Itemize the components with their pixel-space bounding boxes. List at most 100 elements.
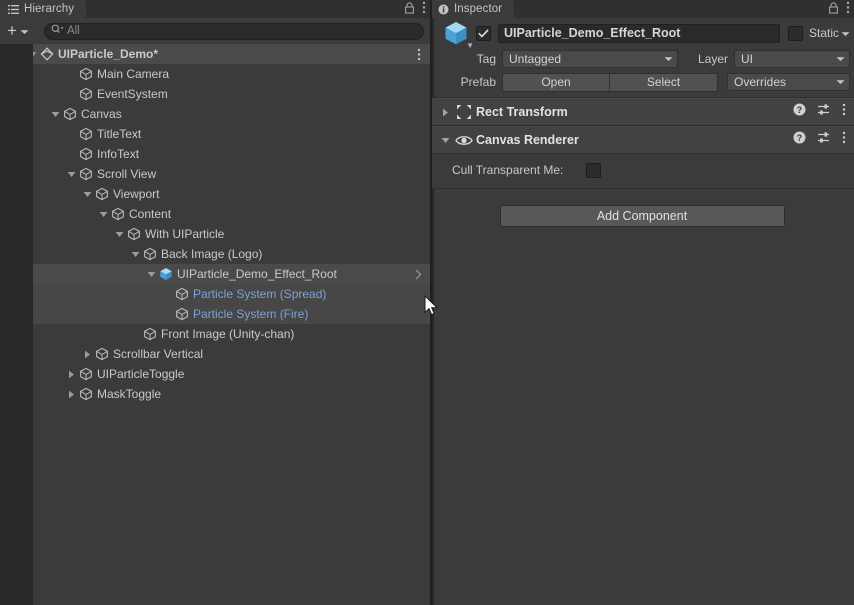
- hierarchy-row[interactable]: TitleText: [0, 124, 430, 144]
- hierarchy-row-label: Scroll View: [97, 167, 157, 181]
- foldout-expanded-icon[interactable]: [81, 191, 94, 198]
- prefab-cube-icon[interactable]: ▼: [436, 20, 476, 50]
- hierarchy-row[interactable]: Viewport: [0, 184, 430, 204]
- hierarchy-row[interactable]: MaskToggle: [0, 384, 430, 404]
- foldout-collapsed-icon[interactable]: [65, 370, 78, 379]
- foldout-expanded-icon[interactable]: [113, 231, 126, 238]
- add-component-area: Add Component: [430, 189, 854, 227]
- prefab-overrides-dropdown[interactable]: Overrides: [727, 73, 850, 91]
- component-actions-rect-transform: ?: [793, 99, 846, 125]
- hierarchy-row[interactable]: With UIParticle: [0, 224, 430, 244]
- kebab-menu-icon[interactable]: [417, 44, 421, 64]
- rect-transform-icon: [452, 104, 476, 120]
- hierarchy-row[interactable]: UIParticleToggle: [0, 364, 430, 384]
- gameobject-cube-icon: [78, 147, 94, 161]
- gameobject-enabled-checkbox[interactable]: [476, 25, 491, 41]
- lock-icon[interactable]: [828, 1, 839, 14]
- hierarchy-row[interactable]: Back Image (Logo): [0, 244, 430, 264]
- tab-hierarchy[interactable]: Hierarchy: [0, 0, 87, 18]
- foldout-collapsed-icon[interactable]: [439, 108, 452, 117]
- preset-sliders-icon[interactable]: [817, 131, 831, 149]
- create-button[interactable]: +: [5, 21, 32, 41]
- kebab-menu-icon[interactable]: [422, 1, 426, 14]
- kebab-menu-icon[interactable]: [842, 131, 846, 149]
- foldout-expanded-icon[interactable]: [49, 111, 62, 118]
- hierarchy-row[interactable]: Front Image (Unity-chan): [0, 324, 430, 344]
- hierarchy-row-label: Viewport: [113, 187, 160, 201]
- hierarchy-row[interactable]: InfoText: [0, 144, 430, 164]
- help-circle-icon[interactable]: ?: [793, 131, 806, 149]
- hierarchy-row[interactable]: Particle System (Fire): [0, 304, 430, 324]
- hierarchy-row[interactable]: Scroll View: [0, 164, 430, 184]
- svg-text:?: ?: [797, 133, 803, 143]
- foldout-expanded-icon[interactable]: [145, 271, 158, 278]
- chevron-down-icon: [664, 55, 673, 64]
- hierarchy-row-label: Main Camera: [97, 67, 170, 81]
- tab-inspector-label: Inspector: [454, 3, 503, 15]
- hierarchy-row[interactable]: EventSystem: [0, 84, 430, 104]
- hierarchy-row-label: Front Image (Unity-chan): [161, 327, 295, 341]
- gameobject-name-row: ▼ Static: [430, 18, 854, 50]
- plus-icon: +: [7, 21, 17, 40]
- layer-dropdown[interactable]: UI: [734, 50, 850, 68]
- foldout-collapsed-icon[interactable]: [81, 350, 94, 359]
- prefab-select-label: Select: [646, 75, 681, 89]
- hierarchy-row-label: Particle System (Spread): [193, 287, 327, 301]
- foldout-expanded-icon[interactable]: [439, 137, 452, 144]
- open-prefab-chevron-icon[interactable]: [415, 264, 422, 284]
- hierarchy-panel: Hierarchy + All UIParticle_Demo* Main Ca…: [0, 0, 430, 605]
- hierarchy-row-label: Content: [129, 207, 172, 221]
- hierarchy-row[interactable]: UIParticle_Demo*: [0, 44, 430, 64]
- gameobject-cube-icon: [78, 387, 94, 401]
- tag-dropdown[interactable]: Untagged: [502, 50, 678, 68]
- help-circle-icon[interactable]: ?: [793, 103, 806, 121]
- lock-icon[interactable]: [404, 1, 415, 14]
- prefab-select-button[interactable]: Select: [610, 72, 718, 92]
- chevron-down-icon[interactable]: ▼: [466, 41, 474, 50]
- prefab-open-button[interactable]: Open: [502, 72, 610, 92]
- gameobject-cube-icon: [94, 347, 110, 361]
- property-checkbox-cull-transparent-mesh[interactable]: [586, 162, 601, 178]
- hierarchy-tab-actions: [404, 1, 426, 14]
- hierarchy-row[interactable]: UIParticle_Demo_Effect_Root: [0, 264, 430, 284]
- component-header-rect-transform[interactable]: Rect Transform ?: [430, 98, 854, 126]
- panel-splitter[interactable]: [430, 0, 432, 605]
- prefab-overrides-label: Overrides: [734, 75, 787, 89]
- hierarchy-row[interactable]: Canvas: [0, 104, 430, 124]
- search-field[interactable]: [43, 22, 424, 40]
- static-label: Static: [808, 26, 839, 40]
- hierarchy-tree: UIParticle_Demo* Main Camera EventSystem Ca…: [0, 44, 430, 605]
- inspector-body: ▼ Static Tag Untagged: [430, 18, 854, 227]
- foldout-expanded-icon[interactable]: [65, 171, 78, 178]
- hierarchy-row[interactable]: Scrollbar Vertical: [0, 344, 430, 364]
- kebab-menu-icon[interactable]: [846, 1, 850, 14]
- gameobject-cube-icon: [94, 187, 110, 201]
- checkmark-icon: [478, 28, 489, 38]
- component-header-canvas-renderer[interactable]: Canvas Renderer ?: [430, 126, 854, 154]
- gameobject-name-input[interactable]: [498, 23, 780, 43]
- component-body-canvas-renderer: Cull Transparent Me:: [430, 154, 854, 189]
- foldout-collapsed-icon[interactable]: [65, 390, 78, 399]
- foldout-expanded-icon[interactable]: [97, 211, 110, 218]
- hierarchy-row[interactable]: Particle System (Spread): [0, 284, 430, 304]
- add-component-button[interactable]: Add Component: [499, 205, 785, 227]
- prefab-label: Prefab: [460, 75, 496, 89]
- static-checkbox[interactable]: [787, 25, 803, 41]
- hierarchy-row[interactable]: Main Camera: [0, 64, 430, 84]
- hierarchy-row[interactable]: Content: [0, 204, 430, 224]
- search-input[interactable]: [66, 25, 419, 37]
- component-actions-canvas-renderer: ?: [793, 127, 846, 153]
- gameobject-cube-icon: [78, 87, 94, 101]
- hierarchy-toolbar: +: [0, 18, 430, 44]
- kebab-menu-icon[interactable]: [842, 103, 846, 121]
- layer-label: Layer: [697, 52, 728, 66]
- search-icon[interactable]: [51, 22, 64, 40]
- static-dropdown-arrow-icon[interactable]: [841, 24, 850, 42]
- gameobject-cube-icon: [126, 227, 142, 241]
- tag-value: Untagged: [509, 52, 562, 66]
- tab-inspector[interactable]: Inspector: [430, 0, 515, 18]
- preset-sliders-icon[interactable]: [817, 103, 831, 121]
- foldout-expanded-icon[interactable]: [129, 251, 142, 258]
- tab-hierarchy-label: Hierarchy: [24, 3, 75, 15]
- tag-layer-row: Tag Untagged Layer UI: [430, 48, 854, 70]
